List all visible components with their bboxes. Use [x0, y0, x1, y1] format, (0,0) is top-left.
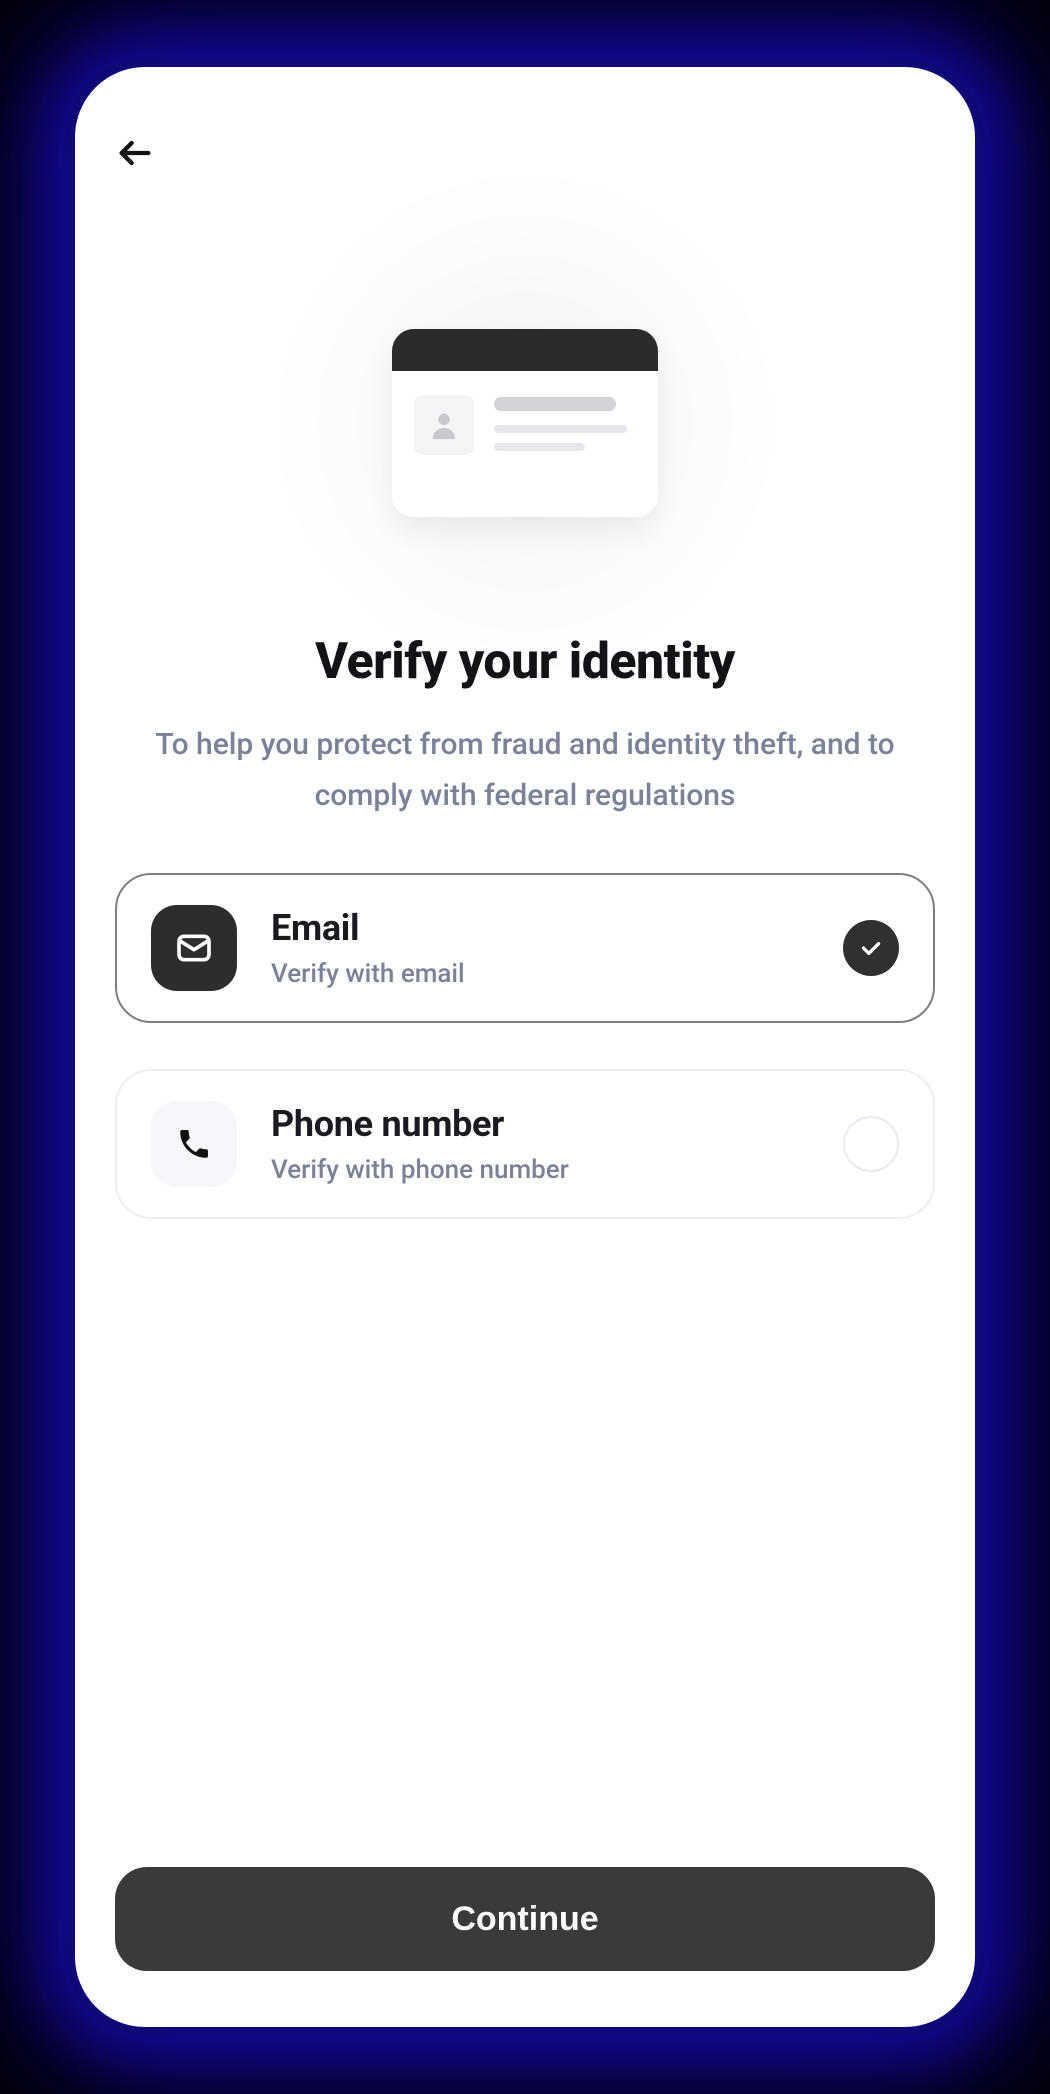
spacer — [115, 1219, 935, 1867]
person-icon — [427, 408, 461, 442]
id-card-illustration — [392, 329, 658, 517]
option-title: Phone number — [271, 1103, 809, 1145]
option-radio-unchecked[interactable] — [843, 1116, 899, 1172]
option-texts: Phone number Verify with phone number — [271, 1103, 809, 1185]
option-icon-wrap — [151, 1101, 237, 1187]
id-card-line — [494, 425, 627, 433]
option-icon-wrap — [151, 905, 237, 991]
option-radio-checked[interactable] — [843, 920, 899, 976]
phone-icon — [176, 1126, 212, 1162]
id-card-lines — [494, 395, 636, 455]
id-card-body — [392, 371, 658, 455]
mail-icon — [174, 928, 214, 968]
id-card-line — [494, 443, 585, 451]
option-title: Email — [271, 907, 809, 949]
check-icon — [858, 935, 884, 961]
device-frame: Verify your identity To help you protect… — [75, 67, 975, 2027]
illustration-area — [115, 293, 935, 553]
id-card-stripe — [392, 329, 658, 371]
option-description: Verify with email — [271, 959, 809, 989]
id-card-avatar — [414, 395, 474, 455]
option-phone[interactable]: Phone number Verify with phone number — [115, 1069, 935, 1219]
arrow-left-icon — [115, 133, 155, 173]
top-bar — [115, 123, 935, 183]
option-description: Verify with phone number — [271, 1155, 809, 1185]
page-subtitle: To help you protect from fraud and ident… — [115, 719, 935, 821]
id-card-line — [494, 397, 616, 411]
option-email[interactable]: Email Verify with email — [115, 873, 935, 1023]
verification-options: Email Verify with email Phone number Ver… — [115, 873, 935, 1219]
page-title: Verify your identity — [115, 633, 935, 691]
option-texts: Email Verify with email — [271, 907, 809, 989]
continue-button[interactable]: Continue — [115, 1867, 935, 1971]
back-button[interactable] — [115, 123, 175, 183]
